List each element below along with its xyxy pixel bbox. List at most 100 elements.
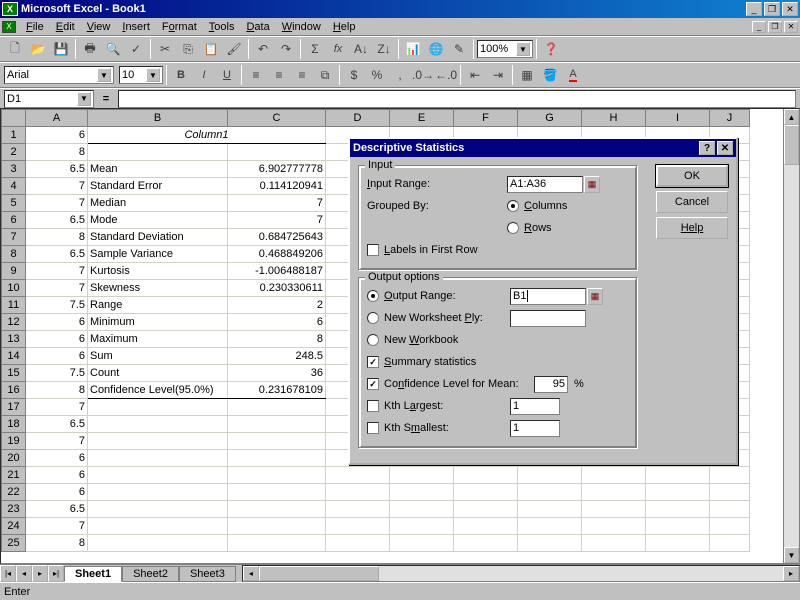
cell[interactable]	[646, 535, 710, 552]
cell[interactable]	[88, 144, 228, 161]
row-header[interactable]: 13	[2, 331, 26, 348]
row-header[interactable]: 2	[2, 144, 26, 161]
decrease-indent-icon[interactable]: ⇤	[464, 65, 486, 86]
menu-view[interactable]: View	[81, 20, 117, 34]
cell[interactable]	[390, 467, 454, 484]
cell[interactable]	[710, 501, 750, 518]
cell[interactable]: 7	[26, 178, 88, 195]
cell[interactable]	[518, 518, 582, 535]
increase-indent-icon[interactable]: ⇥	[487, 65, 509, 86]
summary-stats-check[interactable]	[367, 356, 379, 368]
format-painter-icon[interactable]: 🖌	[223, 39, 245, 60]
cell[interactable]: 7	[26, 399, 88, 416]
fill-color-icon[interactable]: 🪣	[539, 65, 561, 86]
chevron-down-icon[interactable]: ▼	[146, 68, 160, 82]
cell[interactable]: 7	[26, 280, 88, 297]
cell[interactable]: 6.902777778	[228, 161, 326, 178]
cell[interactable]	[710, 535, 750, 552]
tab-nav-first[interactable]: |◂	[0, 565, 16, 582]
row-header[interactable]: 12	[2, 314, 26, 331]
scroll-thumb[interactable]	[784, 125, 799, 165]
column-header[interactable]: B	[88, 110, 228, 127]
cell[interactable]: Minimum	[88, 314, 228, 331]
menu-window[interactable]: Window	[276, 20, 327, 34]
kth-smallest-field[interactable]: 1	[510, 420, 560, 437]
kth-largest-field[interactable]: 1	[510, 398, 560, 415]
maximize-button[interactable]: ❐	[764, 2, 780, 16]
cell[interactable]	[228, 450, 326, 467]
cell[interactable]: Range	[88, 297, 228, 314]
name-box[interactable]: D1 ▼	[4, 90, 94, 108]
menu-edit[interactable]: Edit	[50, 20, 81, 34]
decrease-decimal-icon[interactable]: ←.0	[435, 65, 457, 86]
equals-button[interactable]: =	[98, 93, 114, 105]
cell[interactable]	[646, 518, 710, 535]
scroll-up-button[interactable]: ▲	[784, 109, 799, 125]
scroll-right-button[interactable]: ▸	[783, 566, 799, 581]
autosum-icon[interactable]: Σ	[304, 39, 326, 60]
chevron-down-icon[interactable]: ▼	[97, 68, 111, 82]
cell[interactable]	[88, 399, 228, 416]
cell[interactable]	[582, 518, 646, 535]
cell[interactable]: 7.5	[26, 297, 88, 314]
new-worksheet-radio[interactable]	[367, 312, 379, 324]
row-header[interactable]: 9	[2, 263, 26, 280]
cell[interactable]	[582, 484, 646, 501]
comma-icon[interactable]: ,	[389, 65, 411, 86]
kth-smallest-check[interactable]	[367, 422, 379, 434]
cell[interactable]	[326, 518, 390, 535]
mdi-maximize-button[interactable]: ❐	[768, 21, 782, 33]
cell[interactable]: 6.5	[26, 416, 88, 433]
borders-icon[interactable]: ▦	[516, 65, 538, 86]
cell[interactable]: 7.5	[26, 365, 88, 382]
menu-tools[interactable]: Tools	[203, 20, 241, 34]
sort-desc-icon[interactable]: Z↓	[373, 39, 395, 60]
spellcheck-icon[interactable]: ✓	[125, 39, 147, 60]
cell[interactable]: Sum	[88, 348, 228, 365]
cell[interactable]: 8	[228, 331, 326, 348]
hscroll-thumb[interactable]	[259, 566, 379, 581]
cell[interactable]: 6	[26, 331, 88, 348]
cell[interactable]: 6	[26, 450, 88, 467]
font-size-combo[interactable]: 10 ▼	[119, 66, 163, 84]
cell[interactable]	[710, 467, 750, 484]
cell[interactable]	[88, 518, 228, 535]
sort-asc-icon[interactable]: A↓	[350, 39, 372, 60]
menu-insert[interactable]: Insert	[116, 20, 156, 34]
align-center-icon[interactable]: ≡	[268, 65, 290, 86]
underline-icon[interactable]: U	[216, 65, 238, 86]
cell[interactable]: Column1	[88, 127, 326, 144]
cell[interactable]	[228, 467, 326, 484]
cell[interactable]	[390, 518, 454, 535]
cell[interactable]	[88, 450, 228, 467]
cell[interactable]: 6.5	[26, 161, 88, 178]
menu-help[interactable]: Help	[327, 20, 362, 34]
new-worksheet-field[interactable]	[510, 310, 586, 327]
column-header[interactable]: D	[326, 110, 390, 127]
font-combo[interactable]: Arial ▼	[4, 66, 114, 84]
tab-nav-prev[interactable]: ◂	[16, 565, 32, 582]
tab-nav-next[interactable]: ▸	[32, 565, 48, 582]
column-header[interactable]: E	[390, 110, 454, 127]
cell[interactable]: 8	[26, 382, 88, 399]
row-header[interactable]: 20	[2, 450, 26, 467]
cell[interactable]	[454, 467, 518, 484]
cell[interactable]: 248.5	[228, 348, 326, 365]
output-range-radio[interactable]	[367, 290, 379, 302]
row-header[interactable]: 11	[2, 297, 26, 314]
row-header[interactable]: 4	[2, 178, 26, 195]
cell[interactable]	[646, 501, 710, 518]
cell[interactable]: Count	[88, 365, 228, 382]
cell[interactable]	[582, 535, 646, 552]
cell[interactable]	[228, 416, 326, 433]
menu-data[interactable]: Data	[240, 20, 275, 34]
grouped-rows-radio[interactable]	[507, 222, 519, 234]
cell[interactable]: 6.5	[26, 501, 88, 518]
column-header[interactable]: C	[228, 110, 326, 127]
cell[interactable]	[390, 501, 454, 518]
cell[interactable]: 0.230330611	[228, 280, 326, 297]
row-header[interactable]: 15	[2, 365, 26, 382]
cell[interactable]: -1.006488187	[228, 263, 326, 280]
new-workbook-radio[interactable]	[367, 334, 379, 346]
cell[interactable]: Sample Variance	[88, 246, 228, 263]
